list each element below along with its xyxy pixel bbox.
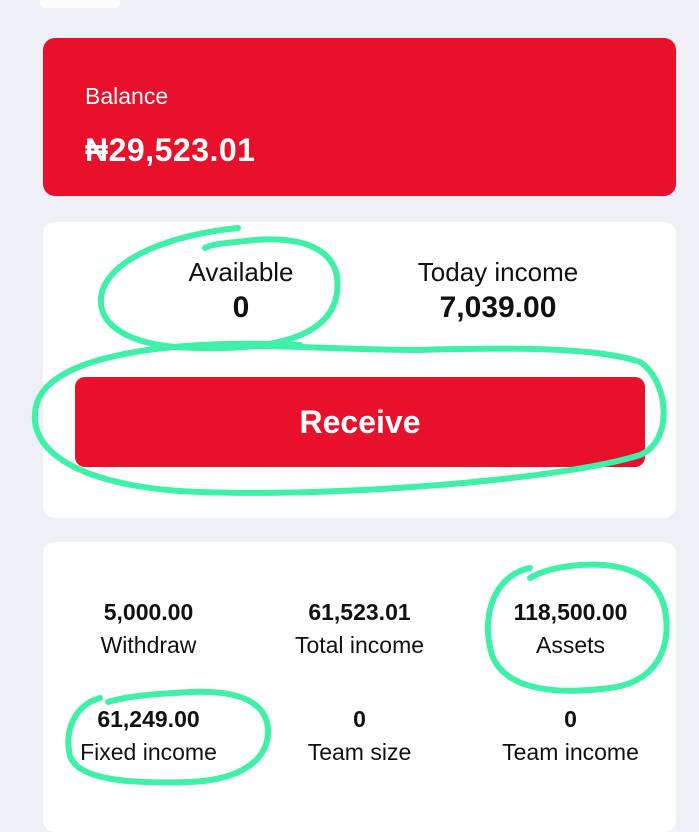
stat-label: Assets bbox=[535, 632, 606, 658]
stat-label: Fixed income bbox=[80, 739, 217, 765]
balance-label: Balance bbox=[85, 83, 169, 109]
today-income-label: Today income bbox=[417, 257, 579, 287]
available-block: Available 0 bbox=[121, 256, 361, 328]
stat-label: Team income bbox=[502, 739, 639, 765]
stat-value: 118,500.00 bbox=[513, 599, 628, 625]
stat-withdraw: 5,000.00 Withdraw bbox=[43, 597, 254, 663]
stat-team-size: 0 Team size bbox=[254, 704, 465, 770]
balance-value: ₦29,523.01 bbox=[85, 132, 256, 168]
top-edge-decoration bbox=[40, 0, 120, 8]
stat-value: 61,523.01 bbox=[308, 599, 411, 625]
stat-label: Withdraw bbox=[100, 632, 197, 658]
stat-total-income: 61,523.01 Total income bbox=[254, 597, 465, 663]
stats-grid-card: 5,000.00 Withdraw 61,523.01 Total income… bbox=[43, 542, 676, 832]
stat-value: 61,249.00 bbox=[97, 706, 200, 732]
stat-value: 5,000.00 bbox=[103, 599, 194, 625]
stat-value: 0 bbox=[564, 706, 577, 732]
stat-label: Total income bbox=[294, 632, 425, 658]
stat-value: 0 bbox=[353, 706, 366, 732]
stat-assets: 118,500.00 Assets bbox=[465, 597, 676, 663]
stat-label: Team size bbox=[307, 739, 412, 765]
today-income-block: Today income 7,039.00 bbox=[378, 256, 618, 328]
stat-team-income: 0 Team income bbox=[465, 704, 676, 770]
income-summary-card: Available 0 Today income 7,039.00 Receiv… bbox=[43, 222, 676, 518]
available-label: Available bbox=[188, 257, 294, 287]
receive-button[interactable]: Receive bbox=[75, 377, 645, 467]
available-value: 0 bbox=[232, 291, 250, 324]
today-income-value: 7,039.00 bbox=[439, 291, 557, 324]
stat-fixed-income: 61,249.00 Fixed income bbox=[43, 704, 254, 770]
balance-card: Balance ₦29,523.01 bbox=[43, 38, 676, 196]
